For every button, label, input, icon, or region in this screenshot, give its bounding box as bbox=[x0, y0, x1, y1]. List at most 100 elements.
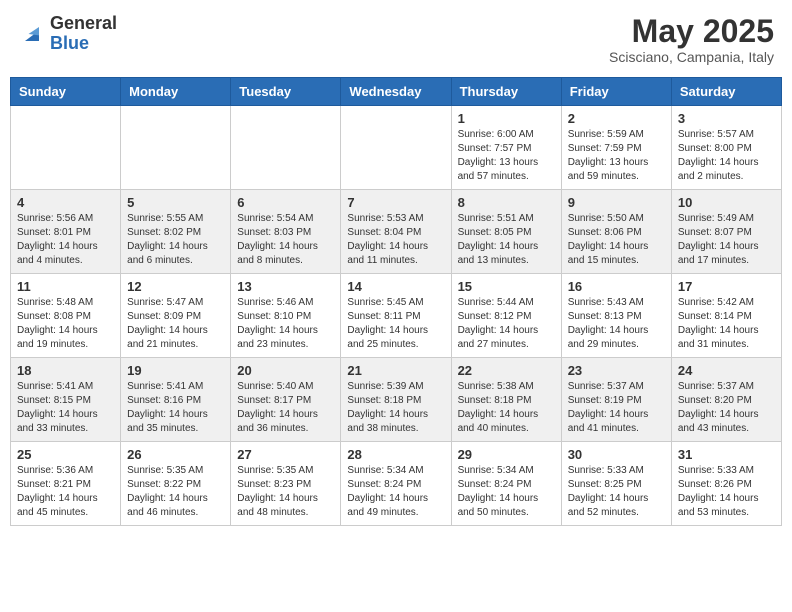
calendar-cell: 10 Sunrise: 5:49 AM Sunset: 8:07 PM Dayli… bbox=[671, 190, 781, 274]
day-info: Sunrise: 5:34 AM Sunset: 8:24 PM Dayligh… bbox=[347, 464, 444, 520]
calendar-cell: 20Sunrise: 5:40 AM Sunset: 8:17 PM Dayli… bbox=[231, 358, 341, 442]
logo: General Blue bbox=[18, 14, 117, 54]
day-number: 30 bbox=[568, 447, 665, 462]
day-info: Sunrise: 5:53 AM Sunset: 8:04 PM Dayligh… bbox=[347, 212, 444, 268]
day-number: 9 bbox=[568, 195, 665, 210]
calendar-cell: 12 Sunrise: 5:47 AM Sunset: 8:09 PM Dayli… bbox=[121, 274, 231, 358]
day-info: Sunrise: 5:54 AM Sunset: 8:03 PM Dayligh… bbox=[237, 212, 334, 268]
day-info: Sunrise: 5:46 AM Sunset: 8:10 PM Dayligh… bbox=[237, 296, 334, 352]
day-number: 4 bbox=[17, 195, 114, 210]
calendar-cell: 30Sunrise: 5:33 AM Sunset: 8:25 PM Dayli… bbox=[561, 442, 671, 526]
logo-blue-text: Blue bbox=[50, 34, 117, 54]
calendar-cell: 9 Sunrise: 5:50 AM Sunset: 8:06 PM Daylig… bbox=[561, 190, 671, 274]
day-number: 27 bbox=[237, 447, 334, 462]
header-row: SundayMondayTuesdayWednesdayThursdayFrid… bbox=[11, 78, 782, 106]
day-number: 2 bbox=[568, 111, 665, 126]
day-number: 20 bbox=[237, 363, 334, 378]
calendar-cell: 25Sunrise: 5:36 AM Sunset: 8:21 PM Dayli… bbox=[11, 442, 121, 526]
calendar-cell: 2 Sunrise: 5:59 AM Sunset: 7:59 PM Daylig… bbox=[561, 106, 671, 190]
day-info: Sunrise: 5:57 AM Sunset: 8:00 PM Dayligh… bbox=[678, 128, 775, 184]
day-header-thursday: Thursday bbox=[451, 78, 561, 106]
day-info: Sunrise: 5:41 AM Sunset: 8:16 PM Dayligh… bbox=[127, 380, 224, 436]
calendar-cell: 28 Sunrise: 5:34 AM Sunset: 8:24 PM Dayli… bbox=[341, 442, 451, 526]
calendar-week-4: 18 Sunrise: 5:41 AM Sunset: 8:15 PM Dayli… bbox=[11, 358, 782, 442]
calendar-cell: 19 Sunrise: 5:41 AM Sunset: 8:16 PM Dayli… bbox=[121, 358, 231, 442]
month-year-title: May 2025 bbox=[609, 14, 774, 49]
day-info: Sunrise: 5:35 AM Sunset: 8:23 PM Dayligh… bbox=[237, 464, 334, 520]
day-number: 6 bbox=[237, 195, 334, 210]
day-number: 5 bbox=[127, 195, 224, 210]
day-number: 8 bbox=[458, 195, 555, 210]
day-number: 21 bbox=[347, 363, 444, 378]
day-info: Sunrise: 5:49 AM Sunset: 8:07 PM Dayligh… bbox=[678, 212, 775, 268]
day-header-saturday: Saturday bbox=[671, 78, 781, 106]
calendar-cell: 18 Sunrise: 5:41 AM Sunset: 8:15 PM Dayli… bbox=[11, 358, 121, 442]
calendar-cell: 17Sunrise: 5:42 AM Sunset: 8:14 PM Dayli… bbox=[671, 274, 781, 358]
day-number: 22 bbox=[458, 363, 555, 378]
calendar-cell: 23 Sunrise: 5:37 AM Sunset: 8:19 PM Dayli… bbox=[561, 358, 671, 442]
day-number: 16 bbox=[568, 279, 665, 294]
calendar-cell: 29 Sunrise: 5:34 AM Sunset: 8:24 PM Dayli… bbox=[451, 442, 561, 526]
day-info: Sunrise: 5:44 AM Sunset: 8:12 PM Dayligh… bbox=[458, 296, 555, 352]
day-info: Sunrise: 5:36 AM Sunset: 8:21 PM Dayligh… bbox=[17, 464, 114, 520]
calendar-cell bbox=[341, 106, 451, 190]
day-number: 18 bbox=[17, 363, 114, 378]
day-info: Sunrise: 5:42 AM Sunset: 8:14 PM Dayligh… bbox=[678, 296, 775, 352]
calendar-cell: 24 Sunrise: 5:37 AM Sunset: 8:20 PM Dayli… bbox=[671, 358, 781, 442]
calendar-cell: 21 Sunrise: 5:39 AM Sunset: 8:18 PM Dayli… bbox=[341, 358, 451, 442]
day-number: 29 bbox=[458, 447, 555, 462]
calendar-week-2: 4 Sunrise: 5:56 AM Sunset: 8:01 PM Daylig… bbox=[11, 190, 782, 274]
calendar-cell: 4 Sunrise: 5:56 AM Sunset: 8:01 PM Daylig… bbox=[11, 190, 121, 274]
logo-icon bbox=[18, 20, 46, 48]
calendar-cell: 8 Sunrise: 5:51 AM Sunset: 8:05 PM Daylig… bbox=[451, 190, 561, 274]
day-number: 3 bbox=[678, 111, 775, 126]
day-number: 10 bbox=[678, 195, 775, 210]
calendar-body: 1 Sunrise: 6:00 AM Sunset: 7:57 PM Daylig… bbox=[11, 106, 782, 526]
title-block: May 2025 Scisciano, Campania, Italy bbox=[609, 14, 774, 65]
calendar-cell: 22 Sunrise: 5:38 AM Sunset: 8:18 PM Dayli… bbox=[451, 358, 561, 442]
day-header-monday: Monday bbox=[121, 78, 231, 106]
logo-text: General Blue bbox=[50, 14, 117, 54]
day-number: 31 bbox=[678, 447, 775, 462]
day-info: Sunrise: 6:00 AM Sunset: 7:57 PM Dayligh… bbox=[458, 128, 555, 184]
day-number: 11 bbox=[17, 279, 114, 294]
day-header-tuesday: Tuesday bbox=[231, 78, 341, 106]
day-info: Sunrise: 5:39 AM Sunset: 8:18 PM Dayligh… bbox=[347, 380, 444, 436]
calendar-week-1: 1 Sunrise: 6:00 AM Sunset: 7:57 PM Daylig… bbox=[11, 106, 782, 190]
day-info: Sunrise: 5:41 AM Sunset: 8:15 PM Dayligh… bbox=[17, 380, 114, 436]
calendar-cell: 26Sunrise: 5:35 AM Sunset: 8:22 PM Dayli… bbox=[121, 442, 231, 526]
day-number: 24 bbox=[678, 363, 775, 378]
day-number: 28 bbox=[347, 447, 444, 462]
day-info: Sunrise: 5:34 AM Sunset: 8:24 PM Dayligh… bbox=[458, 464, 555, 520]
day-info: Sunrise: 5:50 AM Sunset: 8:06 PM Dayligh… bbox=[568, 212, 665, 268]
day-header-sunday: Sunday bbox=[11, 78, 121, 106]
day-info: Sunrise: 5:37 AM Sunset: 8:20 PM Dayligh… bbox=[678, 380, 775, 436]
calendar-cell: 3 Sunrise: 5:57 AM Sunset: 8:00 PM Daylig… bbox=[671, 106, 781, 190]
calendar-cell: 1 Sunrise: 6:00 AM Sunset: 7:57 PM Daylig… bbox=[451, 106, 561, 190]
calendar-cell: 31 Sunrise: 5:33 AM Sunset: 8:26 PM Dayli… bbox=[671, 442, 781, 526]
day-info: Sunrise: 5:45 AM Sunset: 8:11 PM Dayligh… bbox=[347, 296, 444, 352]
day-info: Sunrise: 5:55 AM Sunset: 8:02 PM Dayligh… bbox=[127, 212, 224, 268]
day-number: 12 bbox=[127, 279, 224, 294]
day-number: 7 bbox=[347, 195, 444, 210]
day-info: Sunrise: 5:47 AM Sunset: 8:09 PM Dayligh… bbox=[127, 296, 224, 352]
day-info: Sunrise: 5:38 AM Sunset: 8:18 PM Dayligh… bbox=[458, 380, 555, 436]
calendar-cell: 11Sunrise: 5:48 AM Sunset: 8:08 PM Dayli… bbox=[11, 274, 121, 358]
calendar-cell: 27 Sunrise: 5:35 AM Sunset: 8:23 PM Dayli… bbox=[231, 442, 341, 526]
calendar-cell bbox=[231, 106, 341, 190]
calendar-cell: 16Sunrise: 5:43 AM Sunset: 8:13 PM Dayli… bbox=[561, 274, 671, 358]
day-info: Sunrise: 5:37 AM Sunset: 8:19 PM Dayligh… bbox=[568, 380, 665, 436]
calendar-week-5: 25Sunrise: 5:36 AM Sunset: 8:21 PM Dayli… bbox=[11, 442, 782, 526]
day-number: 1 bbox=[458, 111, 555, 126]
day-info: Sunrise: 5:59 AM Sunset: 7:59 PM Dayligh… bbox=[568, 128, 665, 184]
day-info: Sunrise: 5:33 AM Sunset: 8:26 PM Dayligh… bbox=[678, 464, 775, 520]
calendar-cell: 6 Sunrise: 5:54 AM Sunset: 8:03 PM Daylig… bbox=[231, 190, 341, 274]
calendar-cell: 5 Sunrise: 5:55 AM Sunset: 8:02 PM Daylig… bbox=[121, 190, 231, 274]
day-number: 23 bbox=[568, 363, 665, 378]
day-info: Sunrise: 5:51 AM Sunset: 8:05 PM Dayligh… bbox=[458, 212, 555, 268]
day-info: Sunrise: 5:56 AM Sunset: 8:01 PM Dayligh… bbox=[17, 212, 114, 268]
day-number: 19 bbox=[127, 363, 224, 378]
calendar-cell: 7 Sunrise: 5:53 AM Sunset: 8:04 PM Daylig… bbox=[341, 190, 451, 274]
logo-general-text: General bbox=[50, 14, 117, 34]
calendar-table: SundayMondayTuesdayWednesdayThursdayFrid… bbox=[10, 77, 782, 526]
